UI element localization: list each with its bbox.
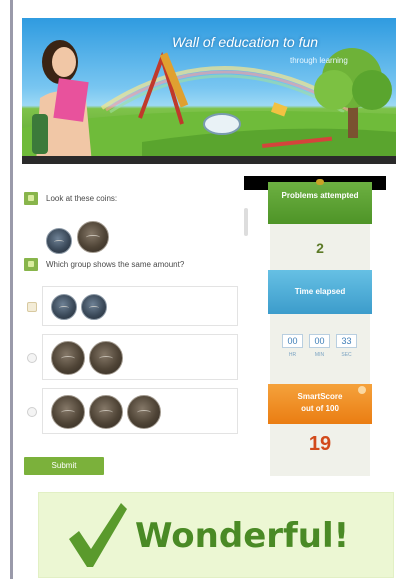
banner-subtitle: through learning [290,56,348,65]
smartscore-value: 19 [308,433,332,455]
time-minutes-unit: MIN [314,352,325,358]
time-minutes: 00 [309,334,330,348]
question-2-marker [24,258,38,271]
coin-icon [89,395,123,429]
coin-icon [46,228,72,254]
time-seconds: 33 [336,334,357,348]
check-icon [69,503,127,567]
tag-notch [316,179,324,185]
time-elapsed-label: Time elapsed [268,270,372,314]
feedback-text: Wonderful! [135,516,350,556]
smartscore-label: SmartScore out of 100 [268,384,372,424]
submit-button[interactable]: Submit [24,457,104,475]
info-icon[interactable] [358,386,366,394]
time-seconds-unit: SEC [341,352,352,358]
question-2-text: Which group shows the same amount? [46,260,185,269]
banner-title: Wall of education to fun [172,34,319,50]
left-divider [10,0,13,579]
coin-icon [51,294,77,320]
problems-attempted-text: Problems attempted [281,191,359,200]
coin-icon [89,341,123,375]
banner-bottom-bar [22,156,396,164]
question-1-marker [24,192,38,205]
answer-option-3-radio[interactable] [27,407,37,417]
coin-icon [127,395,161,429]
coin-icon [77,221,109,253]
answer-option-3[interactable] [42,388,238,434]
answer-option-2[interactable] [42,334,238,380]
answer-option-1[interactable] [42,286,238,326]
smartscore-subtitle: out of 100 [301,404,339,413]
answer-option-1-radio[interactable] [27,302,37,312]
coin-icon [51,395,85,429]
coin-icon [81,294,107,320]
answer-option-2-radio[interactable] [27,353,37,363]
time-hours-unit: HR [288,352,297,358]
problems-attempted-value: 2 [316,240,324,256]
coin-icon [51,341,85,375]
time-hours: 00 [282,334,303,348]
feedback-banner: Wonderful! [38,492,394,578]
question-1-text: Look at these coins: [46,194,118,203]
banner: Wall of education to fun through learnin… [22,18,396,164]
scrollbar[interactable] [244,208,248,236]
smartscore-title: SmartScore [297,392,343,401]
problems-attempted-label: Problems attempted [268,179,372,224]
